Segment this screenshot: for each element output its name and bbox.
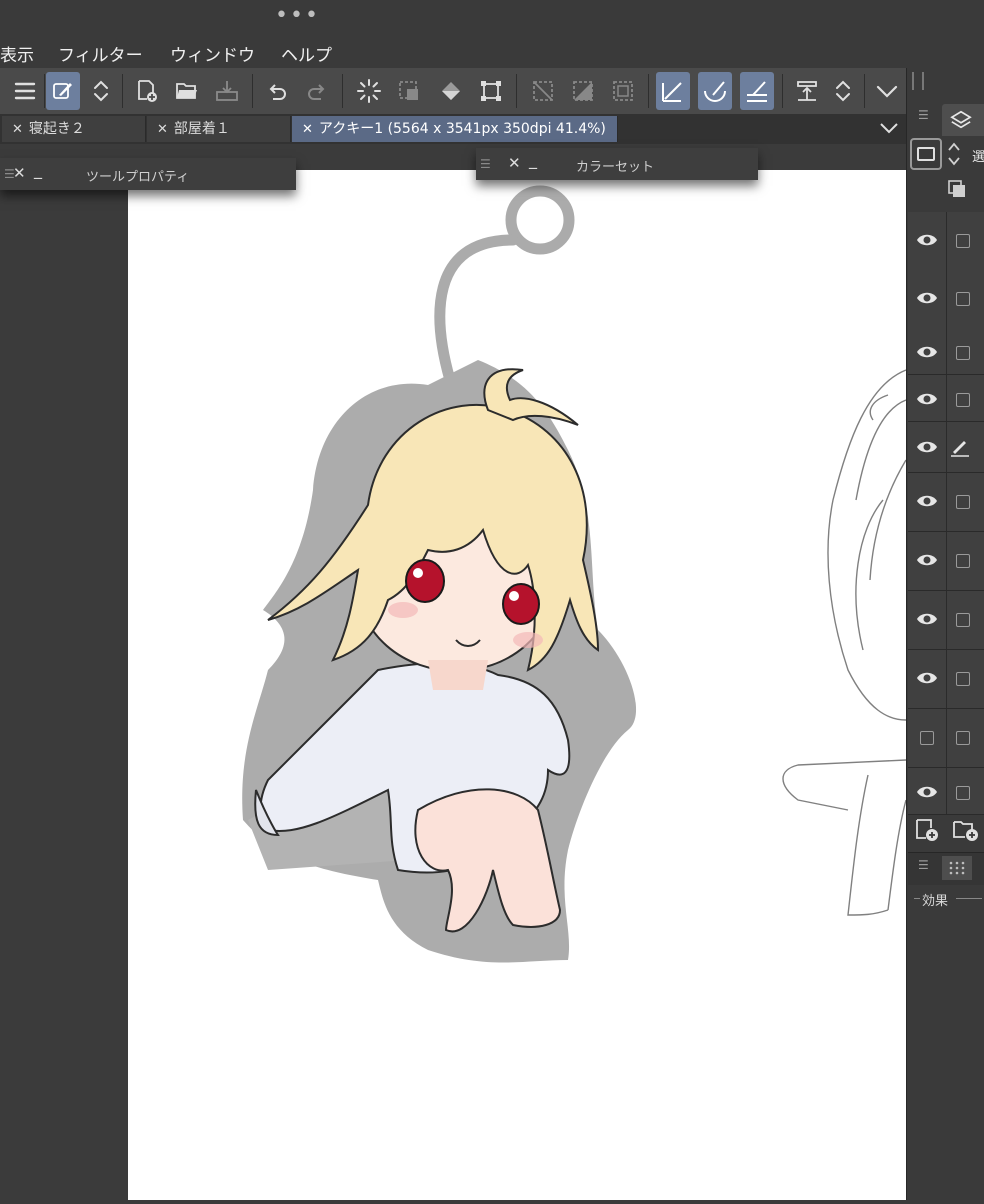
close-icon[interactable]: ✕ [157, 117, 168, 143]
canvas-sheet[interactable] [128, 170, 907, 1200]
layers-icon [950, 110, 972, 129]
menu-icon[interactable] [8, 72, 42, 110]
layer-checkbox[interactable] [956, 731, 970, 745]
panel-menu-icon[interactable]: ☰ [918, 858, 929, 872]
square-icon [917, 147, 935, 161]
command-bar [0, 68, 906, 114]
new-folder-icon[interactable] [952, 818, 980, 842]
layer-row[interactable] [908, 212, 984, 271]
eye-icon[interactable] [916, 391, 938, 407]
chevron-down-icon[interactable] [878, 118, 900, 138]
tab-label[interactable]: 選 [972, 146, 984, 165]
layer-checkbox[interactable] [956, 292, 970, 306]
tab-document[interactable]: ✕ 部屋着１ [147, 116, 291, 142]
menu-view[interactable]: 表示 [0, 41, 34, 66]
palette-title: カラーセット [576, 160, 655, 175]
eye-icon[interactable] [916, 670, 938, 686]
transform-icon[interactable] [474, 72, 508, 110]
grid-icon [949, 861, 965, 875]
eye-icon[interactable] [916, 493, 938, 509]
clear-outside-icon[interactable] [526, 72, 560, 110]
eye-icon[interactable] [916, 552, 938, 568]
layer-row-hidden[interactable] [908, 709, 984, 768]
layer-checkbox[interactable] [956, 346, 970, 360]
eye-icon[interactable] [916, 290, 938, 306]
updown-icon[interactable] [826, 72, 860, 110]
save-icon[interactable] [210, 72, 244, 110]
redo-icon[interactable] [300, 72, 334, 110]
close-icon[interactable]: ✕ [13, 164, 26, 182]
canvas-artwork [242, 185, 907, 963]
menu-bar: 表示 フィルター ウィンドウ ヘルプ [0, 38, 984, 68]
snap-special-ruler-icon[interactable] [698, 72, 732, 110]
layer-row[interactable] [908, 650, 984, 709]
snap-grid-icon[interactable] [740, 72, 774, 110]
document-tab-bar: ✕ 寝起き２ ✕ 部屋着１ ✕ アクキー1 (5564 x 3541px 350dpi… [0, 114, 906, 144]
menu-window[interactable]: ウィンドウ [170, 41, 255, 66]
updown-icon[interactable] [84, 72, 118, 110]
tab-label: 寝起き２ [28, 121, 85, 137]
layer-row[interactable] [908, 591, 984, 650]
tab-layers[interactable] [942, 104, 984, 136]
open-folder-icon[interactable] [170, 72, 204, 110]
eye-icon[interactable] [916, 232, 938, 248]
chevron-down-icon[interactable] [870, 72, 904, 110]
layer-checkbox[interactable] [956, 554, 970, 568]
close-icon[interactable]: ✕ [302, 117, 313, 143]
visibility-checkbox[interactable] [920, 731, 934, 745]
snap-ruler-icon[interactable] [656, 72, 690, 110]
eye-icon[interactable] [916, 344, 938, 360]
fill-selection-icon[interactable] [566, 72, 600, 110]
tab-label: アクキー1 (5564 x 3541px 350dpi 41.4%) [318, 121, 606, 137]
layer-checkbox[interactable] [956, 495, 970, 509]
pen-icon [951, 441, 969, 457]
new-layer-icon[interactable] [914, 818, 940, 842]
menu-help[interactable]: ヘルプ [281, 41, 332, 66]
layer-checkbox[interactable] [956, 613, 970, 627]
layer-row[interactable] [908, 532, 984, 591]
tab-label: 部屋着１ [173, 121, 230, 137]
transfer-icon[interactable] [790, 72, 824, 110]
title-bar [0, 0, 984, 38]
fill-icon[interactable] [434, 72, 468, 110]
color-set-palette[interactable]: ☰ ✕ _ カラーセット [476, 148, 758, 180]
show-selection-icon[interactable] [606, 72, 640, 110]
close-icon[interactable]: ✕ [12, 117, 23, 143]
layer-color-toggle[interactable] [910, 138, 942, 170]
layer-row[interactable] [908, 270, 984, 329]
layer-checkbox[interactable] [956, 234, 970, 248]
minimize-icon[interactable]: _ [529, 150, 537, 169]
drag-handle-icon[interactable] [912, 72, 924, 90]
eye-icon[interactable] [916, 784, 938, 800]
palette-title: ツールプロパティ [86, 170, 190, 185]
layer-checkbox[interactable] [956, 393, 970, 407]
select-all-icon[interactable] [352, 72, 386, 110]
panel-menu-icon[interactable]: ☰ [918, 108, 929, 122]
layer-checkbox[interactable] [956, 786, 970, 800]
copy-layer-icon[interactable] [946, 178, 968, 200]
tool-property-palette[interactable]: ☰ ✕ _ ツールプロパティ [0, 158, 296, 190]
window-menu-dots[interactable]: ••• [275, 5, 320, 27]
menu-filter[interactable]: フィルター [58, 41, 143, 66]
minimize-icon[interactable]: _ [34, 160, 42, 179]
layer-row[interactable] [908, 375, 984, 422]
layer-row[interactable] [908, 473, 984, 532]
effects-label: 効果 [922, 894, 949, 909]
tool-shortcut-icon[interactable] [46, 72, 80, 110]
layer-row[interactable] [908, 768, 984, 815]
eye-icon[interactable] [916, 611, 938, 627]
eye-icon[interactable] [916, 439, 938, 455]
new-document-icon[interactable] [130, 72, 164, 110]
tab-effects[interactable] [942, 856, 972, 880]
tab-document-active[interactable]: ✕ アクキー1 (5564 x 3541px 350dpi 41.4%) [292, 116, 618, 142]
deselect-icon[interactable] [392, 72, 426, 110]
layer-row[interactable] [908, 328, 984, 375]
tab-document[interactable]: ✕ 寝起き２ [2, 116, 146, 142]
layer-checkbox[interactable] [956, 672, 970, 686]
layer-row-editing[interactable] [908, 422, 984, 473]
close-icon[interactable]: ✕ [508, 154, 521, 172]
undo-icon[interactable] [260, 72, 294, 110]
drag-handle-icon[interactable]: ☰ [480, 157, 491, 171]
updown-icon[interactable] [946, 140, 962, 168]
